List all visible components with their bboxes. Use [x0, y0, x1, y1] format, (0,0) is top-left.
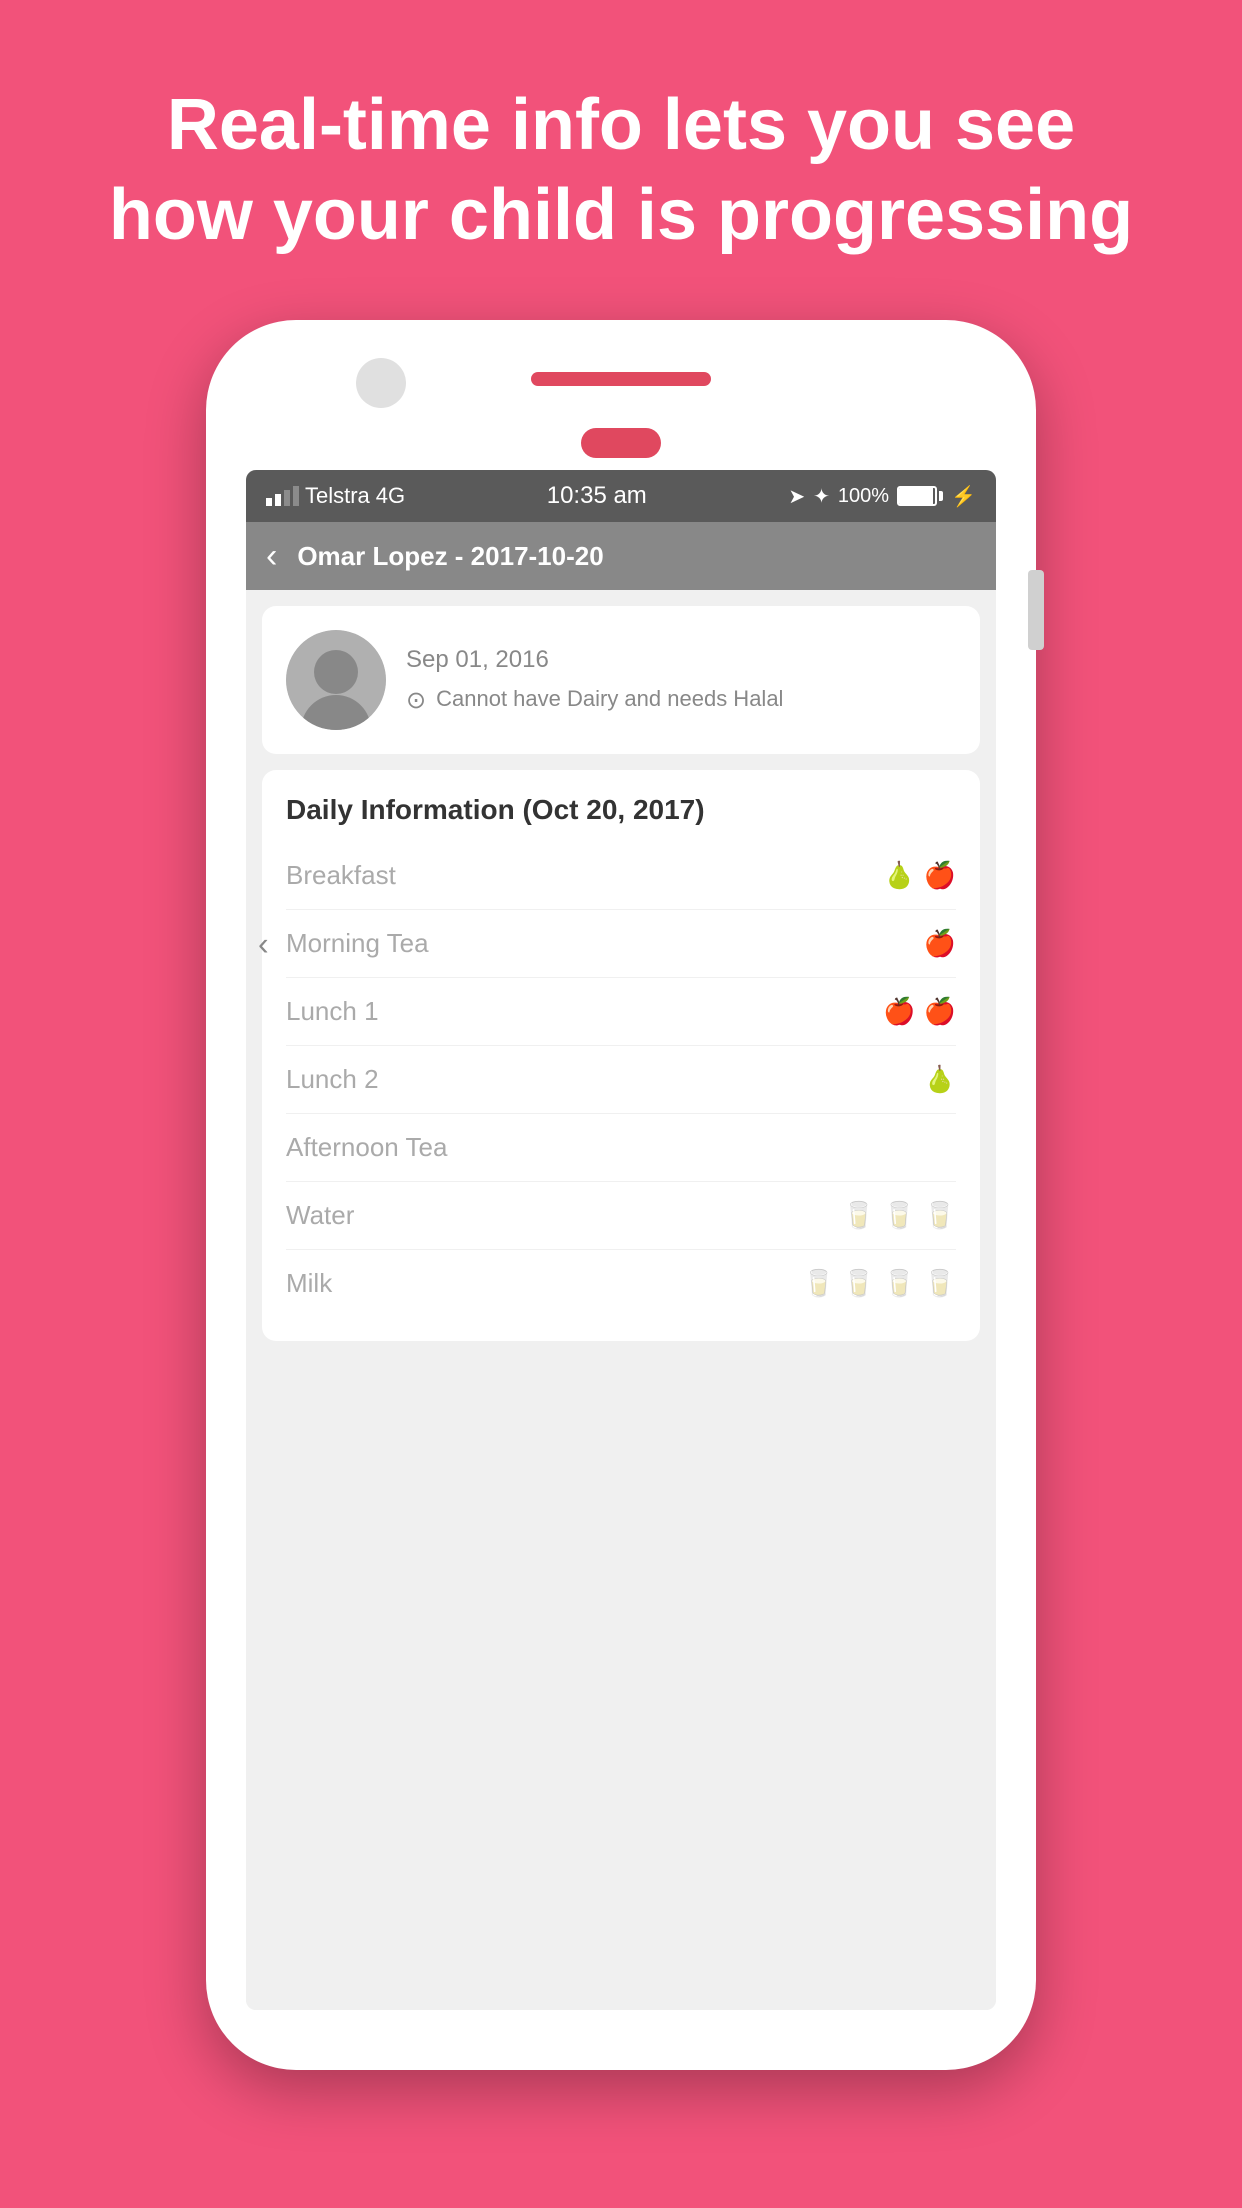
meal-row-lunch1[interactable]: Lunch 1 🍎 🍎 — [286, 978, 956, 1046]
charge-icon: ⚡ — [951, 484, 976, 509]
signal-bar-1 — [266, 498, 272, 506]
meal-icons-lunch2: 🍐 — [924, 1064, 956, 1095]
battery-percent: 100% — [838, 485, 889, 508]
allergy-text: Cannot have Dairy and needs Halal — [436, 684, 783, 715]
battery-fill — [899, 488, 933, 504]
back-button[interactable]: ‹ — [266, 537, 277, 576]
headline-text: Real-time info lets you see how your chi… — [0, 0, 1242, 320]
meal-label-lunch1: Lunch 1 — [286, 996, 379, 1027]
meal-icons-breakfast: 🍐 🍎 — [883, 860, 956, 891]
apple-icon-4: 🍎 — [924, 996, 956, 1027]
profile-date: Sep 01, 2016 — [406, 646, 783, 674]
cup-icon-2: 🥛 — [883, 1200, 915, 1231]
back-arrow-overlay: ‹ — [258, 925, 269, 962]
meal-row-afternoon-tea[interactable]: Afternoon Tea — [286, 1114, 956, 1182]
apple-icon: 🍎 — [924, 860, 956, 891]
cup-icon-4: 🥛 — [803, 1268, 835, 1299]
daily-info-card: Daily Information (Oct 20, 2017) Breakfa… — [262, 770, 980, 1341]
phone-side-button — [1028, 570, 1044, 650]
location-icon: ➤ — [788, 484, 805, 509]
meal-label-milk: Milk — [286, 1268, 332, 1299]
meal-icons-water: 🥛 🥛 🥛 — [843, 1200, 956, 1231]
meal-label-lunch2: Lunch 2 — [286, 1064, 379, 1095]
meal-label-breakfast: Breakfast — [286, 860, 396, 891]
phone-home-button[interactable] — [581, 428, 661, 458]
profile-allergy: ⊙ Cannot have Dairy and needs Halal — [406, 684, 783, 715]
battery-tip — [939, 491, 943, 501]
cup-icon-1: 🥛 — [843, 1200, 875, 1231]
profile-card: Sep 01, 2016 ⊙ Cannot have Dairy and nee… — [262, 606, 980, 754]
phone-camera — [356, 358, 406, 408]
phone-speaker — [531, 372, 711, 386]
phone-device: Telstra 4G 10:35 am ➤ ✦ 100% ⚡ ‹ Omar Lo… — [206, 320, 1036, 2070]
battery-icon — [897, 486, 943, 506]
daily-info-title: Daily Information (Oct 20, 2017) — [286, 794, 956, 826]
signal-bar-3 — [284, 490, 290, 506]
page-title: Omar Lopez - 2017-10-20 — [297, 541, 603, 572]
signal-bars — [266, 486, 299, 506]
meal-row-milk[interactable]: Milk 🥛 🥛 🥛 🥛 — [286, 1250, 956, 1317]
nav-header: ‹ Omar Lopez - 2017-10-20 — [246, 522, 996, 590]
screen-content: Sep 01, 2016 ⊙ Cannot have Dairy and nee… — [246, 590, 996, 2010]
network-label: 4G — [376, 483, 405, 509]
meal-label-water: Water — [286, 1200, 354, 1231]
status-time: 10:35 am — [547, 482, 647, 510]
meal-row-water[interactable]: Water 🥛 🥛 🥛 — [286, 1182, 956, 1250]
signal-bar-2 — [275, 494, 281, 506]
bluetooth-icon: ✦ — [813, 484, 830, 509]
apple-icon-2: 🍎 — [924, 928, 956, 959]
alert-icon: ⊙ — [406, 686, 426, 715]
meal-icons-morning-tea: 🍎 — [924, 928, 956, 959]
status-left: Telstra 4G — [266, 483, 405, 509]
cup-icon-3: 🥛 — [924, 1200, 956, 1231]
cup-icon-6: 🥛 — [883, 1268, 915, 1299]
meal-label-morning-tea: Morning Tea — [286, 928, 429, 959]
meal-icons-milk: 🥛 🥛 🥛 🥛 — [803, 1268, 957, 1299]
meal-icons-lunch1: 🍎 🍎 — [883, 996, 956, 1027]
profile-info: Sep 01, 2016 ⊙ Cannot have Dairy and nee… — [406, 646, 783, 715]
status-bar: Telstra 4G 10:35 am ➤ ✦ 100% ⚡ — [246, 470, 996, 522]
meal-label-afternoon-tea: Afternoon Tea — [286, 1132, 447, 1163]
status-right: ➤ ✦ 100% ⚡ — [788, 484, 976, 509]
meal-row-breakfast[interactable]: Breakfast 🍐 🍎 — [286, 842, 956, 910]
phone-screen: Telstra 4G 10:35 am ➤ ✦ 100% ⚡ ‹ Omar Lo… — [246, 470, 996, 2010]
cup-icon-7: 🥛 — [924, 1268, 956, 1299]
pear-icon: 🍐 — [883, 860, 915, 891]
cup-icon-5: 🥛 — [843, 1268, 875, 1299]
avatar — [286, 630, 386, 730]
apple-icon-3: 🍎 — [883, 996, 915, 1027]
meal-row-lunch2[interactable]: Lunch 2 🍐 — [286, 1046, 956, 1114]
signal-bar-4 — [293, 486, 299, 506]
carrier-label: Telstra — [305, 483, 370, 509]
battery-body — [897, 486, 937, 506]
pear-icon-2: 🍐 — [924, 1064, 956, 1095]
meal-row-morning-tea[interactable]: ‹ Morning Tea 🍎 — [286, 910, 956, 978]
